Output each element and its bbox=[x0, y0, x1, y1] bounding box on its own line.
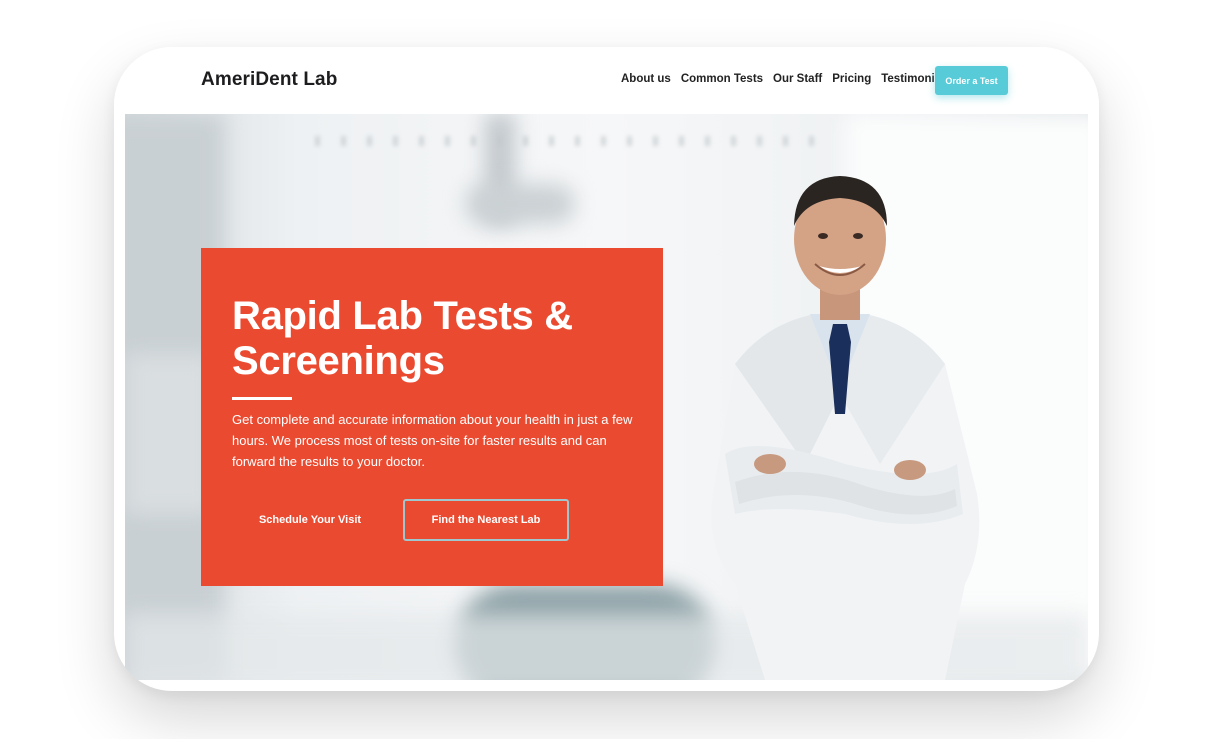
hero-headline-line1: Rapid Lab Tests & bbox=[232, 294, 573, 338]
nav-item-pricing[interactable]: Pricing bbox=[832, 73, 871, 85]
find-nearest-lab-button[interactable]: Find the Nearest Lab bbox=[403, 499, 569, 541]
device-frame: AmeriDent Lab About us Common Tests Our … bbox=[114, 47, 1099, 691]
doctor-photo bbox=[711, 176, 980, 680]
background-ceiling-dots bbox=[315, 136, 825, 146]
nav-item-our-staff[interactable]: Our Staff bbox=[773, 73, 822, 85]
schedule-visit-button[interactable]: Schedule Your Visit bbox=[232, 499, 388, 541]
headline-divider bbox=[232, 397, 292, 400]
page-stage: AmeriDent Lab About us Common Tests Our … bbox=[0, 0, 1213, 739]
hero-headline: Rapid Lab Tests & Screenings bbox=[232, 294, 652, 384]
nav-item-about-us[interactable]: About us bbox=[621, 73, 671, 85]
main-nav: About us Common Tests Our Staff Pricing … bbox=[621, 73, 951, 85]
hero-section: Rapid Lab Tests & Screenings Get complet… bbox=[125, 114, 1088, 680]
site-logo[interactable]: AmeriDent Lab bbox=[201, 69, 337, 91]
hero-headline-line2: Screenings bbox=[232, 339, 445, 383]
background-lamp-head bbox=[465, 184, 575, 224]
nav-item-common-tests[interactable]: Common Tests bbox=[681, 73, 763, 85]
hero-description: Get complete and accurate information ab… bbox=[232, 412, 633, 469]
order-test-button[interactable]: Order a Test bbox=[935, 66, 1008, 95]
site-header: AmeriDent Lab About us Common Tests Our … bbox=[114, 47, 1099, 114]
hero-panel: Rapid Lab Tests & Screenings Get complet… bbox=[201, 248, 663, 586]
